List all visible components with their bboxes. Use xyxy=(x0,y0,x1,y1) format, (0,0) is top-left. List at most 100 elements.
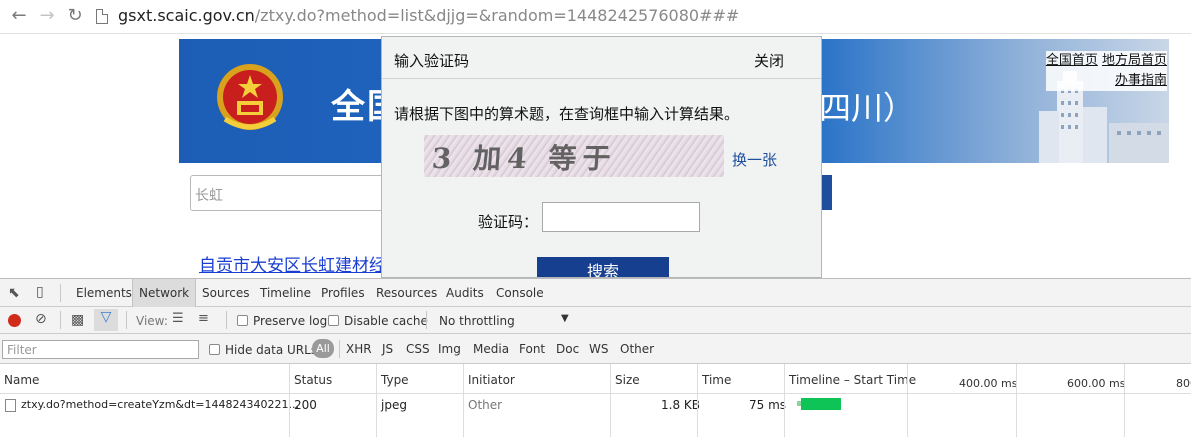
column-name[interactable]: Name xyxy=(4,373,39,387)
tab-elements[interactable]: Elements xyxy=(70,279,138,307)
captcha-image: 3 加4 等于 xyxy=(424,135,724,177)
filter-xhr[interactable]: XHR xyxy=(346,342,372,356)
list-view-icon[interactable]: ☰ xyxy=(172,311,184,326)
captcha-refresh-link[interactable]: 换一张 xyxy=(732,149,777,170)
divider xyxy=(339,340,340,358)
filter-other[interactable]: Other xyxy=(620,342,654,356)
link-local-home[interactable]: 地方局首页 xyxy=(1102,53,1167,68)
address-bar[interactable]: gsxt.scaic.gov.cn/ztxy.do?method=list&dj… xyxy=(92,4,1172,30)
network-grid-empty xyxy=(0,416,1191,437)
banner-title-suffix: 四川） xyxy=(819,89,916,127)
column-divider xyxy=(376,364,377,437)
dialog-close-button[interactable]: 关闭 xyxy=(754,50,784,71)
column-divider xyxy=(784,364,785,437)
row-type: jpeg xyxy=(381,398,407,412)
link-national-home[interactable]: 全国首页 xyxy=(1046,53,1098,68)
disable-cache-label: Disable cache xyxy=(344,314,428,328)
search-input[interactable]: 长虹 xyxy=(190,175,410,211)
code-label: 验证码： xyxy=(478,213,539,231)
filter-font[interactable]: Font xyxy=(519,342,545,356)
network-grid-header: Name Status Type Initiator Size Time Tim… xyxy=(0,364,1191,394)
video-camera-icon[interactable]: ▩ xyxy=(71,312,84,328)
tab-profiles[interactable]: Profiles xyxy=(315,279,371,307)
column-divider xyxy=(610,364,611,437)
filter-media[interactable]: Media xyxy=(473,342,509,356)
hide-data-urls-checkbox[interactable] xyxy=(209,344,220,355)
forward-button[interactable]: → xyxy=(36,5,58,27)
tab-sources[interactable]: Sources xyxy=(196,279,255,307)
dialog-title: 输入验证码 xyxy=(394,52,470,70)
url-text[interactable]: gsxt.scaic.gov.cn/ztxy.do?method=list&dj… xyxy=(118,6,739,25)
column-time[interactable]: Time xyxy=(702,373,731,387)
filter-img[interactable]: Img xyxy=(438,342,461,356)
filter-doc[interactable]: Doc xyxy=(556,342,579,356)
tab-resources[interactable]: Resources xyxy=(370,279,443,307)
hide-data-urls-label: Hide data URLs xyxy=(225,343,318,357)
devtools-tab-bar: ⬉ ▯ Elements Network Sources Timeline Pr… xyxy=(0,279,1191,307)
table-row[interactable]: ztxy.do?method=createYzm&dt=144824340221… xyxy=(0,394,1191,416)
url-host: gsxt.scaic.gov.cn xyxy=(118,6,255,25)
column-divider xyxy=(907,364,908,437)
tab-network[interactable]: Network xyxy=(132,279,197,307)
timeline-tick: 800 xyxy=(1176,377,1191,390)
tab-timeline[interactable]: Timeline xyxy=(254,279,317,307)
captcha-code-input[interactable] xyxy=(542,202,700,232)
filter-icon[interactable]: ▽ xyxy=(94,309,118,331)
throttling-select[interactable]: No throttling xyxy=(439,314,515,328)
captcha-dialog: 输入验证码 关闭 请根据下图中的算术题，在查询框中输入计算结果。 3 加4 等于… xyxy=(381,36,822,278)
divider xyxy=(226,311,227,329)
result-link[interactable]: 自贡市大安区长虹建材经 xyxy=(199,251,386,276)
divider xyxy=(60,284,61,302)
devtools-panel: ⬉ ▯ Elements Network Sources Timeline Pr… xyxy=(0,278,1191,437)
reload-icon: ↻ xyxy=(67,5,83,26)
column-divider xyxy=(1124,364,1125,437)
top-links: 全国首页 地方局首页 办事指南 xyxy=(1045,51,1167,91)
column-size[interactable]: Size xyxy=(615,373,640,387)
network-filter-bar: Filter Hide data URLs All XHR JS CSS Img… xyxy=(0,334,1191,364)
dialog-search-button[interactable]: 搜索 xyxy=(537,257,669,277)
search-button[interactable] xyxy=(822,175,832,210)
preserve-log-checkbox[interactable] xyxy=(237,315,248,326)
column-type[interactable]: Type xyxy=(381,373,409,387)
divider xyxy=(126,311,127,329)
filter-ws[interactable]: WS xyxy=(589,342,608,356)
arrow-left-icon: ← xyxy=(11,5,27,26)
preserve-log-label: Preserve log xyxy=(253,314,328,328)
tab-audits[interactable]: Audits xyxy=(440,279,490,307)
link-guide[interactable]: 办事指南 xyxy=(1115,73,1167,88)
dialog-instruction: 请根据下图中的算术题，在查询框中输入计算结果。 xyxy=(394,105,740,123)
network-toolbar: ⊘ ▩ ▽ View: ☰ ≡ Preserve log Disable cac… xyxy=(0,307,1191,334)
row-name[interactable]: ztxy.do?method=createYzm&dt=144824340221… xyxy=(21,398,299,411)
national-emblem-icon xyxy=(217,64,283,130)
tab-console[interactable]: Console xyxy=(490,279,550,307)
column-timeline[interactable]: Timeline – Start Time xyxy=(789,373,916,387)
column-divider xyxy=(697,364,698,437)
column-divider xyxy=(1016,364,1017,437)
timeline-bar-receive xyxy=(801,398,841,410)
row-time: 75 ms xyxy=(749,398,787,412)
view-label: View: xyxy=(136,314,168,328)
reload-button[interactable]: ↻ xyxy=(64,5,86,27)
row-status: 200 xyxy=(294,398,317,412)
device-mode-icon[interactable]: ▯ xyxy=(36,284,44,300)
column-divider xyxy=(463,364,464,437)
waterfall-view-icon[interactable]: ≡ xyxy=(198,311,209,326)
record-icon[interactable] xyxy=(8,314,21,327)
page-icon xyxy=(96,9,108,24)
filter-all-button[interactable]: All xyxy=(312,339,334,358)
inspect-element-icon[interactable]: ⬉ xyxy=(8,285,20,301)
arrow-right-icon: → xyxy=(39,5,55,26)
dialog-header: 输入验证码 关闭 xyxy=(382,37,821,79)
clear-icon[interactable]: ⊘ xyxy=(35,311,47,327)
dropdown-arrow-icon[interactable]: ▼ xyxy=(561,313,569,324)
column-initiator[interactable]: Initiator xyxy=(468,373,515,387)
filter-css[interactable]: CSS xyxy=(406,342,430,356)
column-status[interactable]: Status xyxy=(294,373,332,387)
captcha-text: 3 加4 等于 xyxy=(430,142,618,175)
filter-input[interactable]: Filter xyxy=(2,340,199,359)
back-button[interactable]: ← xyxy=(8,5,30,27)
filter-js[interactable]: JS xyxy=(382,342,393,356)
column-divider xyxy=(289,364,290,437)
disable-cache-checkbox[interactable] xyxy=(328,315,339,326)
timeline-tick: 600.00 ms xyxy=(1067,377,1126,390)
